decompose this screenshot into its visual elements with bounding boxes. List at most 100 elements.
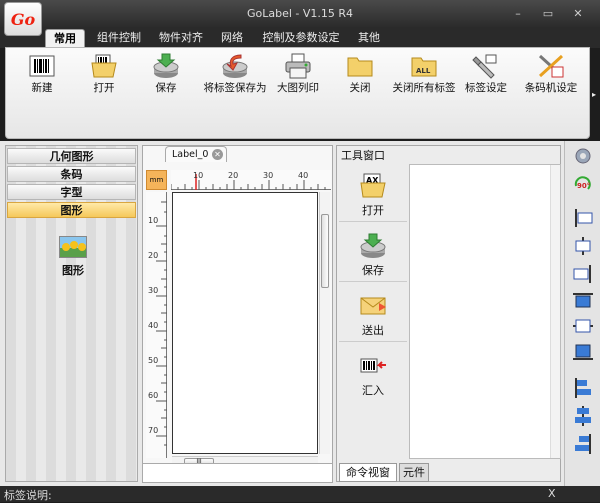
import-barcode-icon xyxy=(359,352,387,380)
document-tab-label: Label_0 xyxy=(172,149,209,160)
large-print-label: 大图列印 xyxy=(277,82,319,94)
tab-command-view[interactable]: 命令视窗 xyxy=(339,463,397,482)
tool-window-commands: AX 打开 保存 送出 汇入 xyxy=(339,164,407,457)
status-x-label: X xyxy=(548,487,556,500)
open-folder-icon xyxy=(89,52,119,80)
tab-other[interactable]: 其他 xyxy=(352,29,386,48)
label-settings-button[interactable]: 标签设定 xyxy=(456,52,516,112)
category-geometry[interactable]: 几何图形 xyxy=(7,148,136,164)
printer-settings-button[interactable]: 条码机设定 xyxy=(518,52,584,112)
h-ruler-tick: 10 xyxy=(193,171,204,180)
distribute-left-icon[interactable] xyxy=(569,377,597,399)
v-ruler-tick: 30 xyxy=(148,286,159,295)
h-ruler-tick: 30 xyxy=(263,171,274,180)
align-right-edge-icon[interactable] xyxy=(569,263,597,285)
tab-component-control[interactable]: 组件控制 xyxy=(90,29,148,48)
ribbon-more-arrow[interactable]: ▸ xyxy=(592,90,596,99)
printer-settings-label: 条码机设定 xyxy=(524,82,578,94)
save-label-as-button[interactable]: 将标签保存为 xyxy=(202,52,268,112)
close-label-label: 关闭 xyxy=(349,82,371,94)
v-ruler-tick: 50 xyxy=(148,356,159,365)
sunflower-image-icon[interactable] xyxy=(59,236,87,258)
align-center-h-icon[interactable] xyxy=(569,235,597,257)
status-bar: 标签说明: X xyxy=(0,486,600,502)
document-tab[interactable]: Label_0 ✕ xyxy=(165,146,227,162)
category-image[interactable]: 图形 xyxy=(7,202,136,218)
tab-components[interactable]: 元件 xyxy=(399,463,429,482)
folder-icon xyxy=(345,52,375,80)
align-left-edge-icon[interactable] xyxy=(569,207,597,229)
restore-button[interactable]: ▭ xyxy=(540,8,556,20)
unit-button[interactable]: mm xyxy=(146,170,167,190)
ribbon-toolbar: 新建 打开 保存 将标签保存为 大图列印 关闭 ALL 关闭所有标签 标签设定 … xyxy=(5,47,590,139)
ribbon-tabs: 常用 组件控制 物件对齐 网络 控制及参数设定 其他 xyxy=(0,28,600,48)
open-label: 打开 xyxy=(93,82,115,94)
save-button[interactable]: 保存 xyxy=(136,52,196,112)
settings-gear-icon[interactable] xyxy=(569,145,597,167)
tab-common[interactable]: 常用 xyxy=(45,29,85,48)
svg-text:90°: 90° xyxy=(577,182,590,190)
large-print-button[interactable]: 大图列印 xyxy=(268,52,328,112)
minimize-button[interactable]: – xyxy=(510,8,526,20)
rotate-90-icon[interactable]: 90° xyxy=(569,173,597,195)
distribute-right-icon[interactable] xyxy=(569,433,597,455)
tw-open-label: 打开 xyxy=(362,204,384,217)
barcode-page-icon xyxy=(27,52,57,80)
align-bottom-icon[interactable] xyxy=(569,341,597,363)
horizontal-ruler: 10 20 30 40 xyxy=(171,170,331,190)
category-barcode[interactable]: 条码 xyxy=(7,166,136,182)
label-editor: Label_0 ✕ mm 10 20 30 40 10 20 30 40 50 … xyxy=(142,145,333,482)
workspace: 几何图形 条码 字型 图形 图形 Label_0 ✕ mm 10 20 30 4… xyxy=(0,141,600,486)
new-label: 新建 xyxy=(31,82,53,94)
align-top-icon[interactable] xyxy=(569,289,597,311)
tab-control-settings[interactable]: 控制及参数设定 xyxy=(254,29,348,48)
tw-save-label: 保存 xyxy=(362,264,384,277)
v-ruler-tick: 20 xyxy=(148,251,159,260)
close-label-button[interactable]: 关闭 xyxy=(330,52,390,112)
label-canvas[interactable] xyxy=(172,192,318,454)
tw-import-button[interactable]: 汇入 xyxy=(339,346,407,402)
tw-import-label: 汇入 xyxy=(362,384,384,397)
vertical-ruler: 10 20 30 40 50 60 70 xyxy=(146,192,167,458)
title-bar: GoLabel - V1.15 R4 – ▭ ✕ xyxy=(0,0,600,28)
tab-network[interactable]: 网络 xyxy=(214,29,250,48)
tool-window-title: 工具窗口 xyxy=(341,149,385,162)
distribute-center-icon[interactable] xyxy=(569,405,597,427)
status-label: 标签说明: xyxy=(4,489,52,502)
open-ax-icon: AX xyxy=(359,172,387,200)
vertical-scrollbar[interactable] xyxy=(319,192,330,454)
category-font[interactable]: 字型 xyxy=(7,184,136,200)
all-badge: ALL xyxy=(416,67,431,75)
editor-status-field xyxy=(142,463,333,483)
close-button[interactable]: ✕ xyxy=(570,8,586,20)
h-ruler-tick: 40 xyxy=(298,171,309,180)
alignment-toolbar: 90° xyxy=(564,141,600,486)
wrench-icon xyxy=(471,52,501,80)
v-ruler-tick: 40 xyxy=(148,321,159,330)
save-as-icon xyxy=(220,52,250,80)
save-disk-icon xyxy=(151,52,181,80)
envelope-icon xyxy=(359,292,387,320)
image-item-label: 图形 xyxy=(62,264,84,277)
v-ruler-tick: 10 xyxy=(148,216,159,225)
vertical-scroll-thumb[interactable] xyxy=(321,214,329,288)
align-middle-icon[interactable] xyxy=(569,315,597,337)
tools-icon xyxy=(536,52,566,80)
v-ruler-tick: 70 xyxy=(148,426,159,435)
tw-send-button[interactable]: 送出 xyxy=(339,286,407,342)
close-all-labels-label: 关闭所有标签 xyxy=(392,82,456,94)
save-label: 保存 xyxy=(155,82,177,94)
tw-save-button[interactable]: 保存 xyxy=(339,226,407,282)
label-settings-label: 标签设定 xyxy=(465,82,507,94)
new-button[interactable]: 新建 xyxy=(12,52,72,112)
list-vscroll[interactable] xyxy=(550,165,560,458)
printer-icon xyxy=(283,52,313,80)
open-button[interactable]: 打开 xyxy=(74,52,134,112)
tw-open-button[interactable]: AX 打开 xyxy=(339,166,407,222)
tool-window-list[interactable] xyxy=(409,164,561,459)
tab-object-align[interactable]: 物件对齐 xyxy=(152,29,210,48)
close-tab-icon[interactable]: ✕ xyxy=(212,149,223,160)
tool-window: 工具窗口 AX 打开 保存 送出 汇入 命令视窗 元件 xyxy=(336,145,561,482)
close-all-labels-button[interactable]: ALL 关闭所有标签 xyxy=(392,52,456,112)
app-logo-button[interactable]: Go xyxy=(4,2,42,36)
